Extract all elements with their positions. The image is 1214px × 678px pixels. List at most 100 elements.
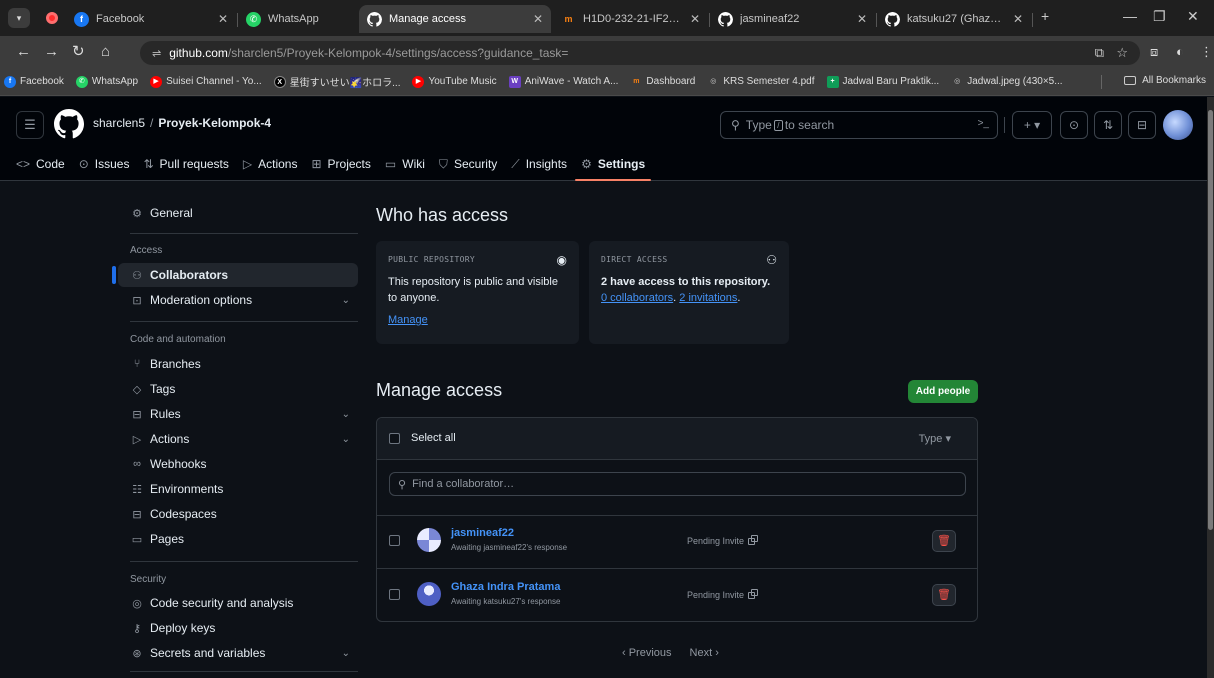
tab-code[interactable]: <> Code bbox=[16, 155, 65, 181]
close-tab-icon[interactable]: ✕ bbox=[533, 12, 543, 26]
command-palette-icon[interactable]: >_ bbox=[978, 118, 989, 129]
tab-actions[interactable]: ▷ Actions bbox=[243, 155, 298, 181]
url-input[interactable]: ⇌ github.com /sharclen5/Proyek-Kelompok-… bbox=[140, 41, 1140, 65]
issues-icon[interactable]: ⊙ bbox=[1060, 111, 1088, 139]
avatar[interactable] bbox=[417, 528, 441, 552]
bookmark-star-icon[interactable]: ☆ bbox=[1116, 45, 1128, 61]
user-avatar[interactable] bbox=[1163, 110, 1193, 140]
row-checkbox[interactable] bbox=[389, 589, 400, 600]
bookmark-aniwave[interactable]: W AniWave - Watch A... bbox=[508, 75, 618, 88]
bookmark-suisei-channel[interactable]: ▶ Suisei Channel - Yo... bbox=[150, 75, 262, 88]
sidebar-item-tags[interactable]: ◇ Tags bbox=[118, 377, 358, 401]
sidebar-item-collaborators[interactable]: ⚇ Collaborators bbox=[112, 263, 358, 287]
browser-tab-katsuku27[interactable]: katsuku27 (Ghaza Indra P ✕ bbox=[877, 5, 1031, 33]
sidebar-item-secrets[interactable]: ⊛ Secrets and variables ⌄ bbox=[118, 641, 358, 665]
repo-name-link[interactable]: Proyek-Kelompok-4 bbox=[158, 116, 271, 130]
avatar[interactable] bbox=[417, 582, 441, 606]
scrollbar-thumb[interactable] bbox=[1208, 110, 1213, 530]
close-tab-icon[interactable]: ✕ bbox=[218, 12, 228, 26]
tab-search-button[interactable]: ▾ bbox=[8, 8, 30, 28]
collaborator-name-link[interactable]: Ghaza Indra Pratama bbox=[451, 581, 560, 593]
bookmark-jadwal-baru[interactable]: + Jadwal Baru Praktik... bbox=[826, 75, 939, 88]
next-page-button[interactable]: Next › bbox=[690, 647, 719, 659]
tab-pull-requests[interactable]: ⇅ Pull requests bbox=[143, 155, 228, 181]
forward-button[interactable]: → bbox=[44, 42, 59, 62]
bookmark-label: YouTube Music bbox=[428, 76, 497, 87]
bookmark-krs[interactable]: ◎ KRS Semester 4.pdf bbox=[707, 76, 814, 88]
copy-icon[interactable] bbox=[748, 589, 759, 600]
public-repository-card: PUBLIC REPOSITORY ◉ This repository is p… bbox=[376, 241, 579, 344]
all-bookmarks-button[interactable]: All Bookmarks bbox=[1124, 75, 1206, 86]
sidebar-item-code-security[interactable]: ◎ Code security and analysis bbox=[118, 591, 358, 615]
browser-tab-moodle[interactable]: m H1D0-232-21-IF21404-B ✕ bbox=[553, 5, 708, 33]
bookmark-dashboard[interactable]: m Dashboard bbox=[630, 76, 695, 88]
add-people-button[interactable]: Add people bbox=[908, 380, 978, 403]
hamburger-menu-icon[interactable]: ☰ bbox=[16, 111, 44, 139]
bookmark-facebook[interactable]: f Facebook bbox=[4, 75, 64, 88]
row-checkbox[interactable] bbox=[389, 535, 400, 546]
bookmark-jadwal-jpeg[interactable]: ◎ Jadwal.jpeg (430×5... bbox=[951, 76, 1062, 88]
tab-wiki[interactable]: ▭ Wiki bbox=[385, 155, 425, 181]
delete-icon[interactable]: 🗑 bbox=[932, 584, 956, 606]
type-filter-dropdown[interactable]: Type ▾ bbox=[919, 432, 951, 445]
cast-icon[interactable]: ⧉ bbox=[1095, 45, 1104, 61]
pinned-tab[interactable] bbox=[40, 8, 64, 28]
collaborator-name-link[interactable]: jasmineaf22 bbox=[451, 527, 514, 539]
github-logo-icon[interactable] bbox=[54, 109, 84, 139]
sidebar-item-webhooks[interactable]: ∞ Webhooks bbox=[118, 452, 358, 476]
sidebar-item-label: Deploy keys bbox=[150, 621, 216, 635]
browser-menu-icon[interactable]: ⋮ bbox=[1200, 42, 1213, 62]
create-new-button[interactable]: + ▾ bbox=[1012, 111, 1052, 139]
sidebar-item-codespaces[interactable]: ⊟ Codespaces bbox=[118, 502, 358, 526]
browser-tab-facebook[interactable]: f Facebook ✕ bbox=[66, 5, 236, 33]
reload-button[interactable]: ↻ bbox=[72, 42, 85, 62]
browser-tab-jasmineaf22[interactable]: jasmineaf22 ✕ bbox=[710, 5, 875, 33]
sidebar-item-actions[interactable]: ▷ Actions ⌄ bbox=[118, 427, 358, 451]
collaborator-status-text: Awaiting katsuku27's response bbox=[451, 597, 561, 606]
back-button[interactable]: ← bbox=[16, 42, 31, 62]
sidebar-item-environments[interactable]: ☷ Environments bbox=[118, 477, 358, 501]
browser-tab-whatsapp[interactable]: ✆ WhatsApp bbox=[238, 5, 358, 33]
sidebar-item-general[interactable]: ⚙ General bbox=[118, 201, 358, 225]
minimize-button[interactable]: — bbox=[1123, 8, 1137, 24]
search-input[interactable]: ⚲ Type / to search >_ bbox=[720, 111, 998, 139]
restore-button[interactable]: ❐ bbox=[1153, 8, 1166, 25]
previous-page-button[interactable]: ‹ Previous bbox=[622, 647, 672, 659]
profile-icon[interactable]: ◐ bbox=[1176, 42, 1184, 62]
new-tab-button[interactable]: + bbox=[1041, 8, 1049, 24]
pull-requests-icon[interactable]: ⇅ bbox=[1094, 111, 1122, 139]
sidebar-item-rules[interactable]: ⊟ Rules ⌄ bbox=[118, 402, 358, 426]
delete-icon[interactable]: 🗑 bbox=[932, 530, 956, 552]
tab-projects[interactable]: ⊞ Projects bbox=[311, 155, 370, 181]
tab-issues[interactable]: ⊙ Issues bbox=[79, 155, 130, 181]
close-tab-icon[interactable]: ✕ bbox=[857, 12, 867, 26]
browser-tab-bar: ▾ f Facebook ✕ ✆ WhatsApp Manage access … bbox=[0, 0, 1214, 36]
close-window-button[interactable]: ✕ bbox=[1187, 8, 1199, 25]
bookmark-x-suisei[interactable]: X 星街すいせい🌠ホロラ... bbox=[273, 74, 400, 89]
inbox-icon[interactable]: ⊟ bbox=[1128, 111, 1156, 139]
bookmark-youtube-music[interactable]: ▶ YouTube Music bbox=[412, 75, 497, 88]
sidebar-item-pages[interactable]: ▭ Pages bbox=[118, 527, 358, 551]
site-info-icon[interactable]: ⇌ bbox=[152, 47, 161, 60]
collaborators-link[interactable]: 0 collaborators bbox=[601, 292, 673, 304]
invitations-link[interactable]: 2 invitations bbox=[679, 292, 737, 304]
bookmark-whatsapp[interactable]: ✆ WhatsApp bbox=[75, 75, 138, 88]
repo-owner-link[interactable]: sharclen5 bbox=[93, 116, 145, 130]
find-collaborator-input[interactable]: ⚲ Find a collaborator… bbox=[389, 472, 966, 496]
copy-icon[interactable] bbox=[748, 535, 759, 546]
manage-visibility-link[interactable]: Manage bbox=[388, 314, 567, 326]
tab-settings[interactable]: ⚙ Settings bbox=[575, 155, 652, 181]
home-button[interactable]: ⌂ bbox=[101, 42, 110, 62]
sidebar-item-branches[interactable]: ⑂ Branches bbox=[118, 352, 358, 376]
extensions-icon[interactable]: ⧈ bbox=[1150, 42, 1158, 62]
close-tab-icon[interactable]: ✕ bbox=[1013, 12, 1023, 26]
browser-tab-manage-access[interactable]: Manage access ✕ bbox=[359, 5, 551, 33]
tab-security[interactable]: ⛉ Security bbox=[439, 155, 497, 181]
code-icon: <> bbox=[16, 157, 31, 171]
select-all-checkbox[interactable] bbox=[389, 433, 400, 444]
sidebar-item-moderation[interactable]: ⊡ Moderation options ⌄ bbox=[118, 288, 358, 312]
tab-title: katsuku27 (Ghaza Indra P bbox=[907, 13, 1007, 25]
tab-insights[interactable]: ⟋ Insights bbox=[511, 155, 567, 181]
close-tab-icon[interactable]: ✕ bbox=[690, 12, 700, 26]
sidebar-item-deploy-keys[interactable]: ⚷ Deploy keys bbox=[118, 616, 358, 640]
